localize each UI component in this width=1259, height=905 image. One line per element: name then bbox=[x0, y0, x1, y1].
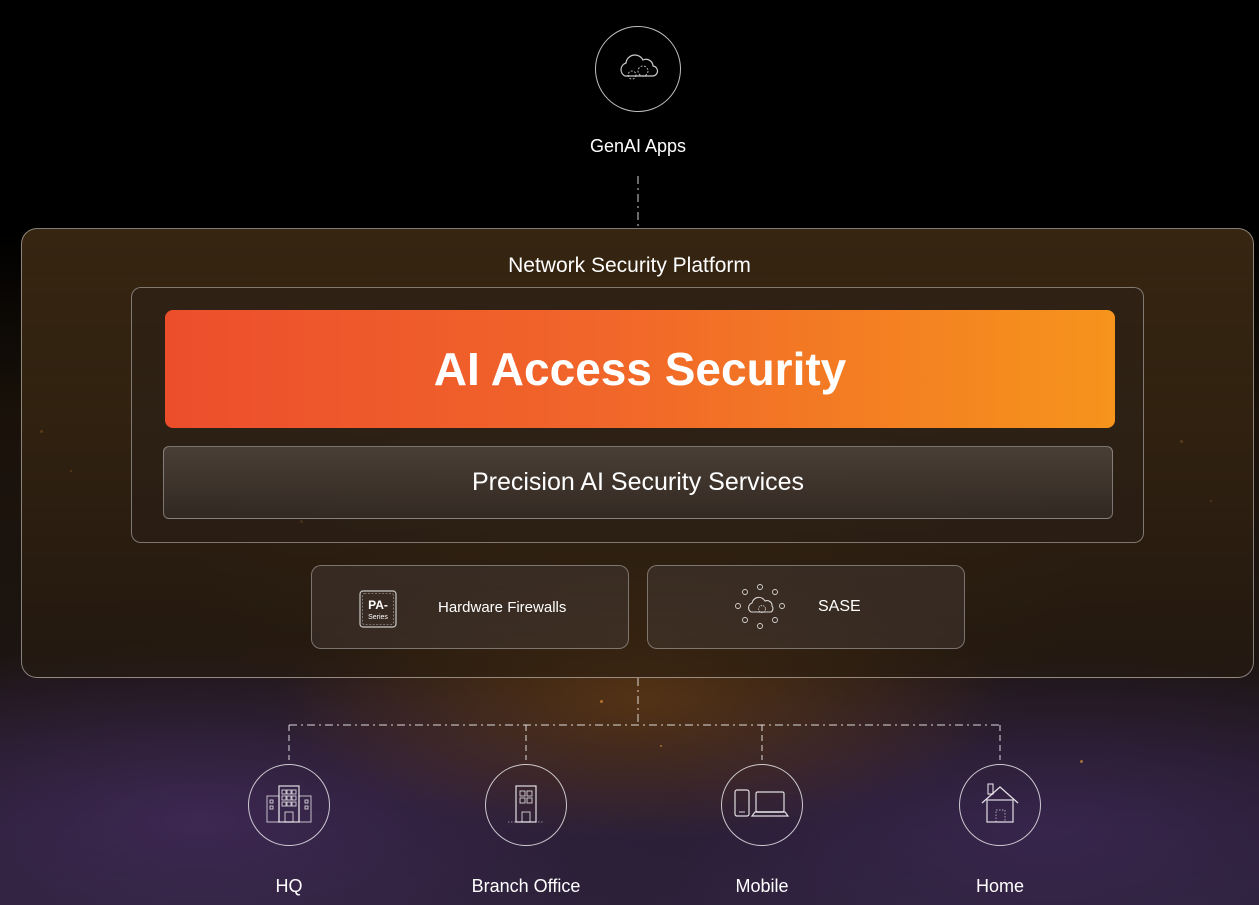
mobile-laptop-icon bbox=[732, 786, 792, 825]
genai-apps-label: GenAI Apps bbox=[589, 136, 687, 156]
precision-ai-bar: Precision AI Security Services bbox=[163, 446, 1113, 519]
ai-access-security-bar: AI Access Security bbox=[165, 310, 1115, 428]
location-branch-office: Branch Office bbox=[446, 764, 606, 897]
sase-cloud-icon bbox=[733, 582, 787, 637]
branch-office-label: Branch Office bbox=[471, 876, 581, 896]
genai-apps-node: GenAI Apps bbox=[578, 26, 698, 157]
pa-series-text-bottom: Series bbox=[368, 614, 388, 621]
location-mobile: Mobile bbox=[702, 764, 822, 897]
cloud-gear-icon bbox=[613, 50, 663, 89]
branch-building-icon bbox=[506, 782, 546, 829]
home-label: Home bbox=[975, 876, 1024, 896]
location-hq: HQ bbox=[229, 764, 349, 897]
sase-label: SASE bbox=[818, 598, 861, 615]
sase-card: SASE bbox=[647, 565, 965, 649]
hardware-firewalls-label: Hardware Firewalls bbox=[438, 599, 567, 616]
pa-series-icon: PA- Series bbox=[359, 590, 397, 633]
hq-label: HQ bbox=[275, 876, 303, 896]
hq-building-icon bbox=[261, 782, 317, 829]
platform-title: Network Security Platform bbox=[508, 254, 751, 277]
mobile-circle bbox=[721, 764, 803, 846]
genai-apps-circle bbox=[595, 26, 681, 112]
home-icon bbox=[978, 781, 1022, 830]
precision-ai-title: Precision AI Security Services bbox=[471, 468, 805, 496]
hq-circle bbox=[248, 764, 330, 846]
home-circle bbox=[959, 764, 1041, 846]
hardware-firewalls-card: PA- Series Hardware Firewalls bbox=[311, 565, 629, 649]
pa-series-text-top: PA- bbox=[368, 598, 388, 612]
location-home: Home bbox=[940, 764, 1060, 897]
branch-circle bbox=[485, 764, 567, 846]
mobile-label: Mobile bbox=[735, 876, 789, 896]
ai-access-security-title: AI Access Security bbox=[433, 343, 847, 395]
